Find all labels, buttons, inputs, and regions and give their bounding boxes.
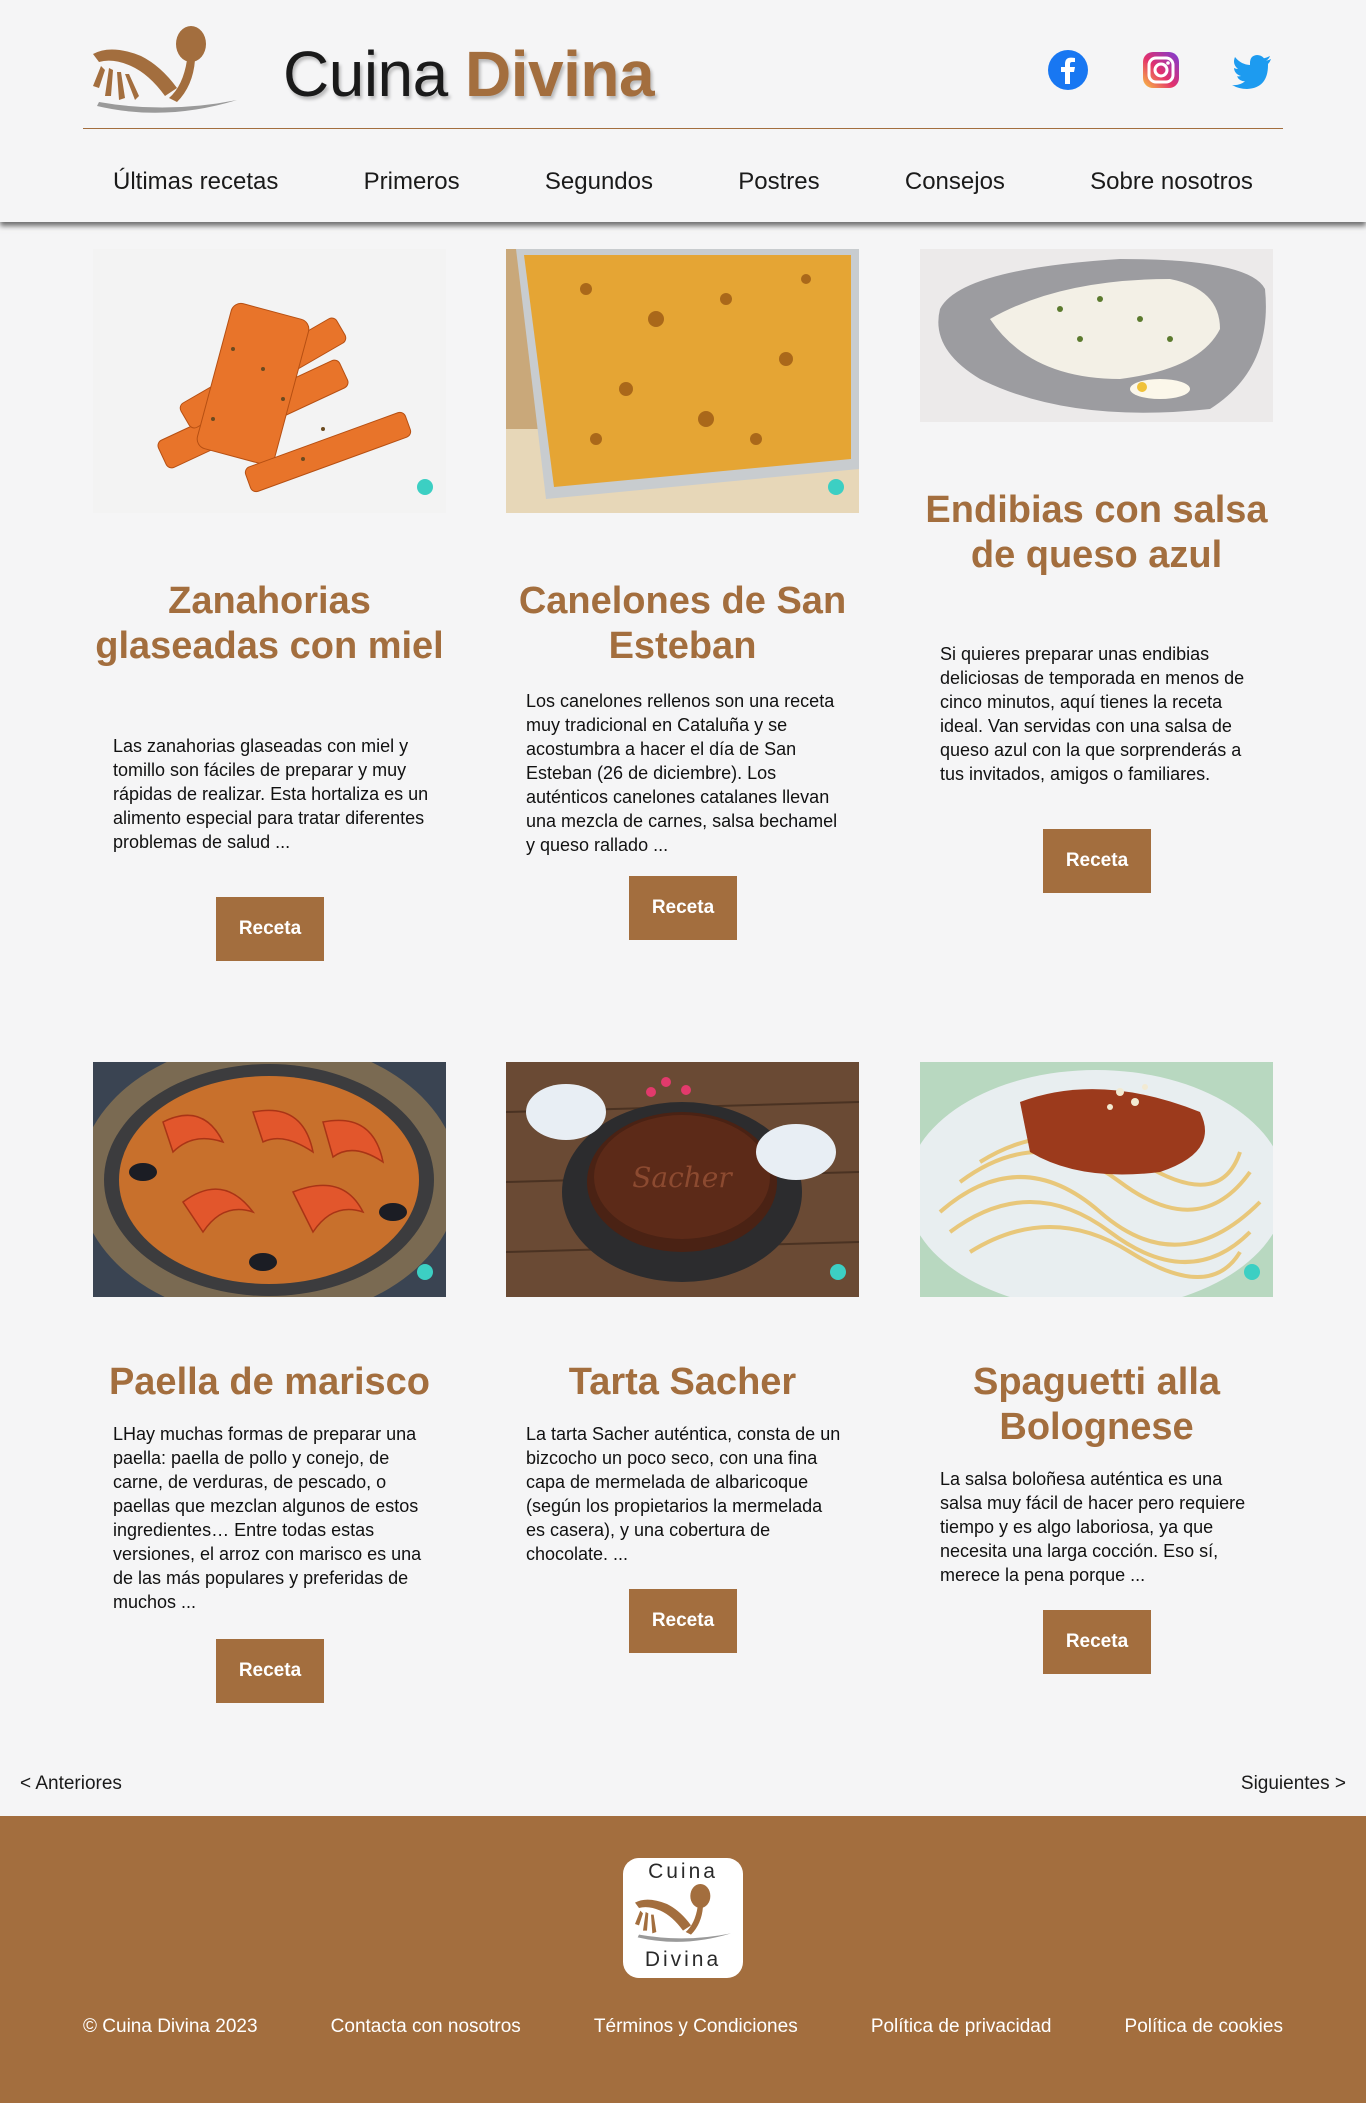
receta-button[interactable]: Receta (216, 897, 324, 961)
recipe-description: Las zanahorias glaseadas con miel y tomi… (113, 736, 429, 852)
recipe-description: La tarta Sacher auténtica, consta de un … (526, 1424, 841, 1564)
nav-item-sobre-nosotros[interactable]: Sobre nosotros (1090, 168, 1253, 204)
recipe-title[interactable]: Canelones de San Esteban (506, 579, 859, 669)
canelones-photo (506, 249, 859, 513)
recipe-description: Los canelones rellenos son una receta mu… (526, 691, 838, 855)
footer-logo-word-1: Cuina (648, 1860, 718, 1883)
recipe-image[interactable] (506, 249, 859, 513)
recipe-title[interactable]: Zanahorias glaseadas con miel (93, 579, 446, 669)
header-top: Cuina Divina (83, 0, 1283, 129)
twitter-icon[interactable] (1231, 48, 1275, 92)
recipe-description: LHay muchas formas de preparar una paell… (113, 1424, 422, 1612)
recipe-title[interactable]: Tarta Sacher (506, 1360, 859, 1405)
site-footer: Cuina Divina © Cuina Divina 2023 Contact… (0, 1816, 1366, 2103)
recipe-image[interactable] (93, 1062, 446, 1297)
nav-item-segundos[interactable]: Segundos (545, 168, 653, 204)
brand-word-1: Cuina (283, 38, 448, 110)
paella-photo (93, 1062, 446, 1297)
footer-link-terminos[interactable]: Términos y Condiciones (594, 2016, 798, 2038)
footer-logo-word-2: Divina (644, 1948, 722, 1971)
footer-links: © Cuina Divina 2023 Contacta con nosotro… (83, 2016, 1283, 2038)
sacher-photo: Sacher (506, 1062, 859, 1297)
facebook-icon[interactable] (1046, 48, 1090, 92)
receta-button[interactable]: Receta (1043, 829, 1151, 893)
recipe-image[interactable]: Sacher (506, 1062, 859, 1297)
brand-name[interactable]: Cuina Divina (283, 38, 655, 110)
carrots-photo (93, 249, 446, 513)
receta-button[interactable]: Receta (1043, 1610, 1151, 1674)
svg-text:Sacher: Sacher (632, 1161, 733, 1194)
recipe-image[interactable] (920, 249, 1273, 422)
main-nav: Últimas recetas Primeros Segundos Postre… (83, 168, 1283, 204)
receta-button[interactable]: Receta (629, 1589, 737, 1653)
nav-item-primeros[interactable]: Primeros (364, 168, 460, 204)
logo-icon[interactable] (91, 26, 239, 122)
next-page-link[interactable]: Siguientes > (1241, 1773, 1346, 1795)
prev-page-link[interactable]: < Anteriores (20, 1773, 122, 1795)
footer-logo[interactable]: Cuina Divina (623, 1858, 743, 1978)
spaguetti-photo (920, 1062, 1273, 1297)
nav-item-postres[interactable]: Postres (738, 168, 819, 204)
nav-item-consejos[interactable]: Consejos (905, 168, 1005, 204)
recipe-title[interactable]: Spaguetti alla Bolognese (920, 1360, 1273, 1450)
footer-logo-icon (635, 1884, 731, 1942)
recipe-title[interactable]: Paella de marisco (93, 1360, 446, 1405)
brand-word-2: Divina (465, 38, 655, 110)
footer-copyright: © Cuina Divina 2023 (83, 2016, 258, 2037)
recipe-description: Si quieres preparar unas endibias delici… (940, 644, 1245, 784)
instagram-icon[interactable] (1139, 48, 1183, 92)
nav-item-ultimas-recetas[interactable]: Últimas recetas (113, 168, 278, 204)
recipe-description: La salsa boloñesa auténtica es una salsa… (940, 1469, 1246, 1585)
recipe-image[interactable] (920, 1062, 1273, 1297)
receta-button[interactable]: Receta (629, 876, 737, 940)
receta-button[interactable]: Receta (216, 1639, 324, 1703)
footer-link-privacidad[interactable]: Política de privacidad (871, 2016, 1052, 2038)
site-header: Cuina Divina Últimas recetas Primeros Se… (0, 0, 1366, 222)
recipe-title[interactable]: Endibias con salsa de queso azul (920, 488, 1273, 578)
recipe-image[interactable] (93, 249, 446, 513)
footer-link-cookies[interactable]: Política de cookies (1125, 2016, 1283, 2038)
footer-link-contacto[interactable]: Contacta con nosotros (331, 2016, 521, 2038)
endibias-photo (920, 249, 1273, 422)
